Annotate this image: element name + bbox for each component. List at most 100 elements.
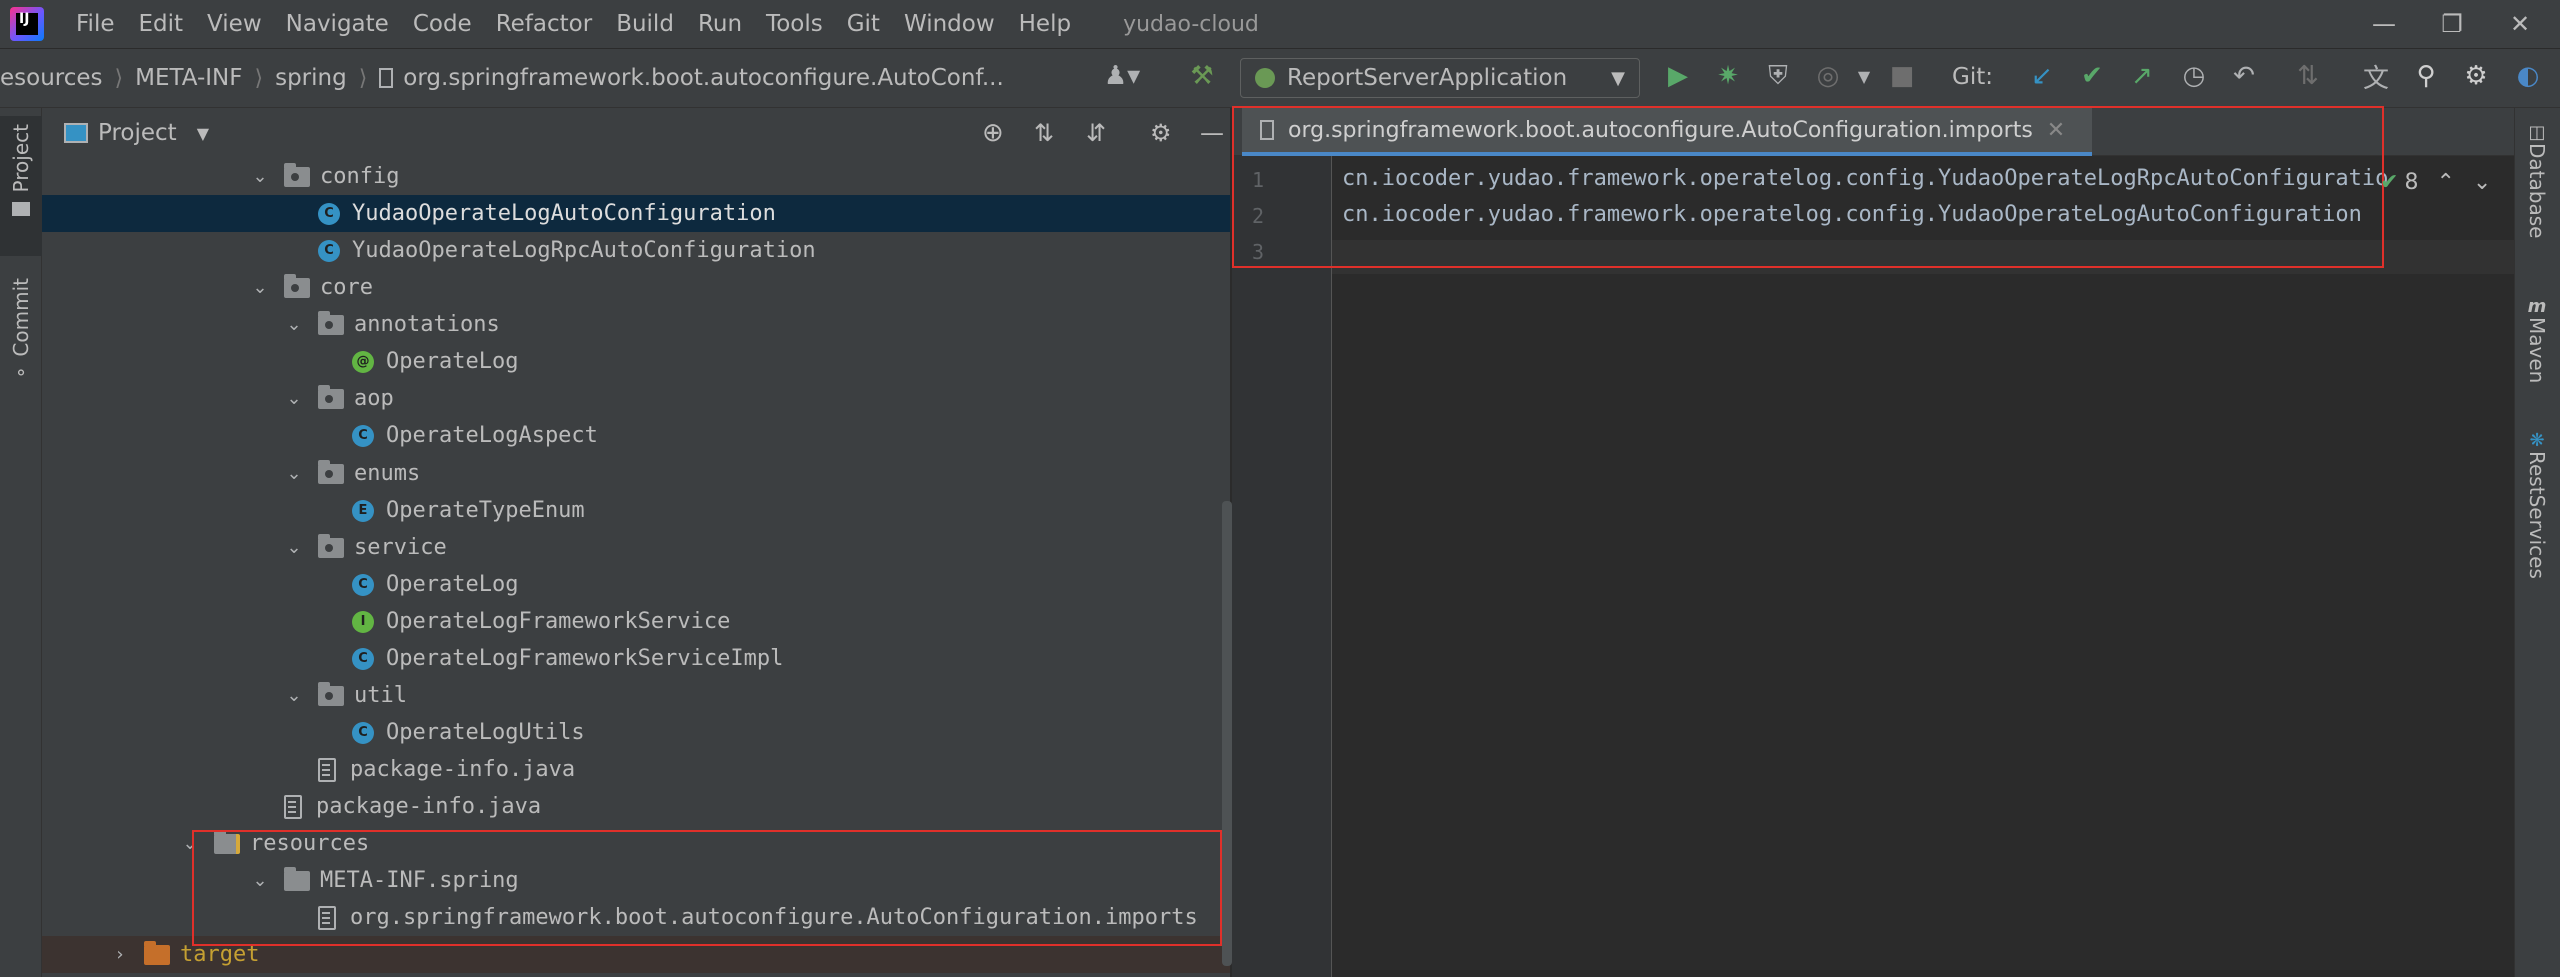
minimize-button[interactable]: — [2352, 0, 2416, 48]
gear-icon[interactable]: ⚙ [2458, 58, 2494, 94]
menu-help[interactable]: Help [1007, 11, 1083, 37]
git-commit-icon[interactable]: ✔ [2074, 58, 2110, 94]
tree-item[interactable]: C OperateLogUtils [42, 714, 1230, 751]
hide-panel-icon[interactable]: — [1200, 119, 1224, 147]
menu-view[interactable]: View [195, 11, 274, 37]
menu-run[interactable]: Run [686, 11, 754, 37]
chevron-up-icon[interactable]: ⌃ [2436, 170, 2454, 195]
tree-item[interactable]: E OperateTypeEnum [42, 492, 1230, 529]
tree-item[interactable]: I OperateLogFrameworkService [42, 603, 1230, 640]
tree-item[interactable]: @ OperateLog [42, 343, 1230, 380]
tree-item[interactable]: C OperateLog [42, 566, 1230, 603]
tree-item[interactable]: C OperateLogAspect [42, 417, 1230, 454]
build-hammer-icon[interactable]: ⚒ [1184, 58, 1220, 94]
menu-window[interactable]: Window [892, 11, 1007, 37]
restore-button[interactable]: ❐ [2420, 0, 2484, 48]
tree-item[interactable]: C YudaoOperateLogRpcAutoConfiguration [42, 232, 1230, 269]
collapse-all-icon[interactable]: ⇵ [1086, 119, 1106, 147]
run-configuration-label: ReportServerApplication [1287, 65, 1568, 91]
breadcrumb-file[interactable]: org.springframework.boot.autoconfigure.A… [403, 65, 1003, 91]
inspection-widget[interactable]: ✔ 8 ⌃ ⌄ [2380, 170, 2491, 195]
plugin-icon[interactable]: ◐ [2510, 58, 2546, 94]
tree-item[interactable]: ⌄ annotations [42, 306, 1230, 343]
run-configuration-selector[interactable]: ReportServerApplication ▼ [1240, 58, 1640, 98]
chevron-down-icon[interactable]: ⌄ [2473, 170, 2491, 195]
more-run-options-icon[interactable]: ▼ [1846, 58, 1882, 94]
run-icon[interactable]: ▶ [1660, 58, 1696, 94]
tree-item[interactable]: package-info.java [42, 751, 1230, 788]
rollback-icon[interactable]: ↶ [2226, 58, 2262, 94]
git-update-icon[interactable]: ↙ [2024, 58, 2060, 94]
class-icon: C [352, 424, 374, 447]
tree-item[interactable]: C YudaoOperateLogAutoConfiguration [42, 195, 1230, 232]
chevron-down-icon[interactable]: ⌄ [250, 166, 270, 187]
menu-git[interactable]: Git [835, 11, 892, 37]
tree-item-label: YudaoOperateLogAutoConfiguration [352, 201, 776, 226]
menu-file[interactable]: File [64, 11, 127, 37]
breadcrumb-meta-inf[interactable]: META-INF [135, 65, 242, 91]
tree-item-label: service [354, 535, 447, 560]
tree-item-label: OperateLogUtils [386, 720, 585, 745]
project-panel-title[interactable]: Project [98, 120, 177, 146]
intellij-logo-icon[interactable]: IJ [10, 7, 44, 41]
menu-tools[interactable]: Tools [754, 11, 835, 37]
tab-maven[interactable]: m Maven [2525, 296, 2549, 383]
spring-boot-icon [1255, 68, 1275, 88]
tree-item-label: config [320, 164, 400, 189]
tab-restservices[interactable]: ❋ RestServices [2525, 430, 2549, 579]
chevron-down-icon[interactable]: ⌄ [284, 463, 304, 484]
menu-build[interactable]: Build [604, 11, 686, 37]
tree-item-label: OperateLogAspect [386, 423, 598, 448]
chevron-down-icon[interactable]: ⌄ [284, 314, 304, 335]
debug-icon[interactable]: ✷ [1710, 58, 1746, 94]
tree-item[interactable]: ⌄ enums [42, 455, 1230, 492]
breadcrumb-resources[interactable]: esources [0, 65, 103, 91]
tree-item[interactable]: package-info.java [42, 788, 1230, 825]
tab-commit[interactable]: Commit ⚬ [0, 278, 42, 418]
tab-project-label: Project [9, 124, 33, 193]
chevron-down-icon[interactable]: ▼ [197, 124, 209, 143]
expand-all-icon[interactable]: ⇅ [1034, 119, 1054, 147]
stop-icon[interactable]: ■ [1884, 58, 1920, 94]
history-icon[interactable]: ◷ [2176, 58, 2212, 94]
tree-item-label: OperateLogFrameworkServiceImpl [386, 646, 784, 671]
tree-item[interactable]: ⌄ config [42, 158, 1230, 195]
tab-project[interactable]: Project [0, 116, 42, 256]
chevron-down-icon: ▼ [1611, 67, 1625, 89]
chevron-down-icon[interactable]: ⌄ [250, 277, 270, 298]
breadcrumb: esources ⟩ META-INF ⟩ spring ⟩ org.sprin… [0, 65, 1004, 91]
scrollbar[interactable] [1222, 501, 1232, 966]
coverage-icon[interactable]: ⛨ [1760, 58, 1796, 94]
folder-icon [284, 273, 310, 298]
user-icon[interactable]: ♟▾ [1104, 58, 1140, 94]
tab-database[interactable]: ◫ Database [2525, 122, 2549, 238]
tree-item[interactable]: ⌄ aop [42, 380, 1230, 417]
menu-code[interactable]: Code [401, 11, 484, 37]
menu-navigate[interactable]: Navigate [274, 11, 401, 37]
chevron-down-icon[interactable]: ⌄ [284, 537, 304, 558]
chevron-right-icon[interactable]: › [110, 944, 130, 965]
restservices-icon: ❋ [2529, 430, 2545, 451]
menu-edit[interactable]: Edit [127, 11, 196, 37]
git-branch-icon[interactable]: ⇅ [2290, 58, 2326, 94]
chevron-down-icon[interactable]: ⌄ [284, 388, 304, 409]
git-label: Git: [1952, 64, 1993, 90]
git-push-icon[interactable]: ↗ [2124, 58, 2160, 94]
tree-item[interactable]: ⌄ core [42, 269, 1230, 306]
close-window-button[interactable]: ✕ [2488, 0, 2552, 48]
chevron-down-icon[interactable]: ⌄ [284, 685, 304, 706]
file-icon [379, 68, 394, 88]
folder-icon [318, 459, 344, 484]
menu-refactor[interactable]: Refactor [484, 11, 604, 37]
tree-item[interactable]: ⌄ service [42, 529, 1230, 566]
tree-item[interactable]: ⌄ util [42, 677, 1230, 714]
search-icon[interactable]: ⚲ [2408, 58, 2444, 94]
left-tool-strip: Project Commit ⚬ [0, 108, 42, 977]
profile-icon[interactable]: ◎ [1810, 58, 1846, 94]
tab-database-label: Database [2525, 143, 2549, 239]
translate-icon[interactable]: 文 [2358, 58, 2394, 94]
locate-icon[interactable]: ⊕ [982, 118, 1004, 148]
tree-item[interactable]: C OperateLogFrameworkServiceImpl [42, 640, 1230, 677]
breadcrumb-spring[interactable]: spring [275, 65, 347, 91]
gear-icon[interactable]: ⚙ [1150, 119, 1172, 147]
